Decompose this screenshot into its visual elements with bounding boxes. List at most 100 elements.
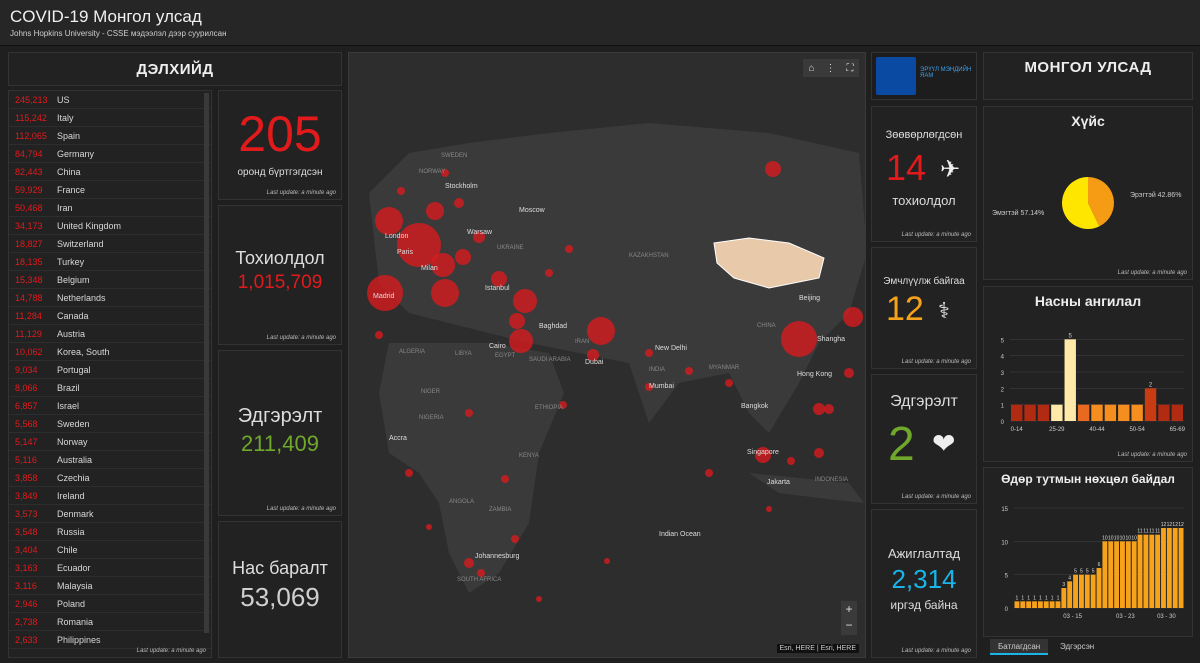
- country-cases: 18,827: [15, 238, 43, 249]
- country-cases: 6,857: [15, 400, 38, 411]
- country-name: United Kingdom: [57, 220, 122, 231]
- country-row[interactable]: 34,173 United Kingdom: [9, 217, 211, 235]
- country-row[interactable]: 2,633 Philippines: [9, 631, 211, 649]
- country-row[interactable]: 115,242 Italy: [9, 109, 211, 127]
- map-canvas[interactable]: [349, 53, 866, 658]
- country-row[interactable]: 5,116 Australia: [9, 451, 211, 469]
- country-row[interactable]: 15,348 Belgium: [9, 271, 211, 289]
- country-row[interactable]: 2,946 Poland: [9, 595, 211, 613]
- mongolia-header: МОНГОЛ УЛСАД: [1024, 59, 1152, 76]
- case-bubble: [375, 331, 383, 339]
- countries-count-panel: 205 оронд бүртгэгдсэн Last update: a min…: [218, 90, 342, 200]
- daily-bar: [1143, 534, 1149, 608]
- country-row[interactable]: 245,213 US: [9, 91, 211, 109]
- map-place-label: Bangkok: [741, 403, 769, 410]
- fullscreen-icon[interactable]: ⛶: [847, 63, 854, 74]
- y-tick-label: 0: [1005, 607, 1009, 613]
- map-place-label: Madrid: [373, 293, 395, 300]
- country-row[interactable]: 11,129 Austria: [9, 325, 211, 343]
- case-bubble: [814, 448, 824, 458]
- home-icon[interactable]: ⌂: [808, 63, 814, 74]
- daily-bar: [1067, 581, 1073, 608]
- observed-label: Ажиглалтад: [887, 546, 961, 561]
- country-name: Norway: [57, 436, 88, 447]
- map-place-label: Accra: [389, 435, 407, 442]
- country-row[interactable]: 50,468 Iran: [9, 199, 211, 217]
- country-row[interactable]: 8,066 Brazil: [9, 379, 211, 397]
- country-name: Czechia: [57, 472, 90, 483]
- zoom-out-button[interactable]: −: [841, 617, 857, 633]
- country-name: Spain: [57, 130, 81, 141]
- country-cases: 112,065: [15, 130, 47, 141]
- country-cases: 3,573: [15, 508, 38, 519]
- world-map[interactable]: SWEDEN NORWAY Stockholm Moscow London Warsaw U…: [348, 52, 866, 658]
- country-cases: 82,443: [15, 166, 43, 177]
- recovered-panel: Эдгэрэлт 211,409 Last update: a minute a…: [218, 350, 342, 516]
- age-bar: [1091, 404, 1103, 421]
- case-bubble: [426, 524, 432, 530]
- recovered-value: 211,409: [241, 431, 319, 456]
- observed-last-update: Last update: a minute ago: [901, 648, 971, 654]
- case-bubble: [465, 409, 473, 417]
- daily-bar: [1020, 601, 1026, 608]
- list-scrollbar[interactable]: [204, 93, 209, 633]
- country-row[interactable]: 3,163 Ecuador: [9, 559, 211, 577]
- map-place-label: Jakarta: [767, 479, 790, 486]
- country-row[interactable]: 82,443 China: [9, 163, 211, 181]
- country-row[interactable]: 14,788 Netherlands: [9, 289, 211, 307]
- zoom-controls[interactable]: + −: [841, 601, 857, 635]
- imported-panel: Зөөвөрлөгдсөн 14 ✈ тохиолдол Last update…: [871, 106, 977, 242]
- y-tick-label: 5: [1005, 574, 1009, 580]
- country-row[interactable]: 3,404 Chile: [9, 541, 211, 559]
- country-row[interactable]: 18,827 Switzerland: [9, 235, 211, 253]
- more-icon[interactable]: ⋮: [826, 63, 836, 74]
- map-toolbar[interactable]: ⌂ ⋮ ⛶: [803, 59, 859, 77]
- country-row[interactable]: 11,284 Canada: [9, 307, 211, 325]
- country-row[interactable]: 112,065 Spain: [9, 127, 211, 145]
- map-place-label: IRAN: [575, 339, 590, 345]
- treated-last-update: Last update: a minute ago: [901, 359, 971, 365]
- tab-recovered[interactable]: Эдгэрсэн: [1052, 639, 1102, 655]
- country-row[interactable]: 5,147 Norway: [9, 433, 211, 451]
- app-header: COVID-19 Монгол улсад Johns Hopkins Univ…: [0, 0, 1200, 46]
- bar-value-label: 11: [1149, 529, 1154, 535]
- country-row[interactable]: 18,135 Turkey: [9, 253, 211, 271]
- list-last-update: Last update: a minute ago: [136, 648, 206, 654]
- case-bubble: [375, 207, 403, 235]
- country-row[interactable]: 3,548 Russia: [9, 523, 211, 541]
- pie-label-male: Эрэгтэй 42.86%: [1130, 191, 1181, 199]
- country-row[interactable]: 3,573 Denmark: [9, 505, 211, 523]
- country-name: Malaysia: [57, 580, 93, 591]
- ministry-logo-icon: [876, 57, 916, 95]
- country-row[interactable]: 9,034 Portugal: [9, 361, 211, 379]
- map-place-label: INDIA: [649, 367, 666, 373]
- daily-bar: [1172, 528, 1178, 608]
- mn-recovered-value: 2: [888, 418, 915, 471]
- country-row[interactable]: 10,062 Korea, South: [9, 343, 211, 361]
- age-bar: [1077, 404, 1090, 421]
- country-row[interactable]: 84,794 Germany: [9, 145, 211, 163]
- bar-value-label: 1: [1021, 595, 1024, 601]
- country-row[interactable]: 3,116 Malaysia: [9, 577, 211, 595]
- country-name: Iran: [57, 202, 73, 213]
- country-row[interactable]: 2,738 Romania: [9, 613, 211, 631]
- country-row[interactable]: 3,849 Ireland: [9, 487, 211, 505]
- countries-count-label: оронд бүртгэгдсэн: [237, 167, 323, 178]
- map-attribution: Esri, HERE | Esri, HERE: [776, 644, 859, 653]
- zoom-in-button[interactable]: +: [841, 601, 857, 617]
- country-row[interactable]: 5,568 Sweden: [9, 415, 211, 433]
- y-tick-label: 4: [1001, 355, 1005, 361]
- map-place-label: CHINA: [757, 323, 776, 329]
- country-row[interactable]: 6,857 Israel: [9, 397, 211, 415]
- map-place-label: LIBYA: [455, 351, 472, 357]
- country-row[interactable]: 3,858 Czechia: [9, 469, 211, 487]
- daily-bar-chart: 0510151 1 1 1 1 1 1 1345 5 5 5610 10 10 10 10 1011 11 11 1…: [1001, 507, 1184, 620]
- age-bar: [1104, 404, 1117, 421]
- case-bubble: [501, 475, 509, 483]
- tab-confirmed[interactable]: Батлагдсан: [990, 639, 1049, 655]
- country-cases: 11,129: [15, 328, 42, 339]
- deaths-value: 53,069: [240, 582, 320, 612]
- country-list[interactable]: 245,213 US 115,242 Italy 112,065 Spain 84,794 G…: [8, 90, 212, 658]
- country-row[interactable]: 59,929 France: [9, 181, 211, 199]
- map-place-label: ZAMBIA: [489, 507, 512, 513]
